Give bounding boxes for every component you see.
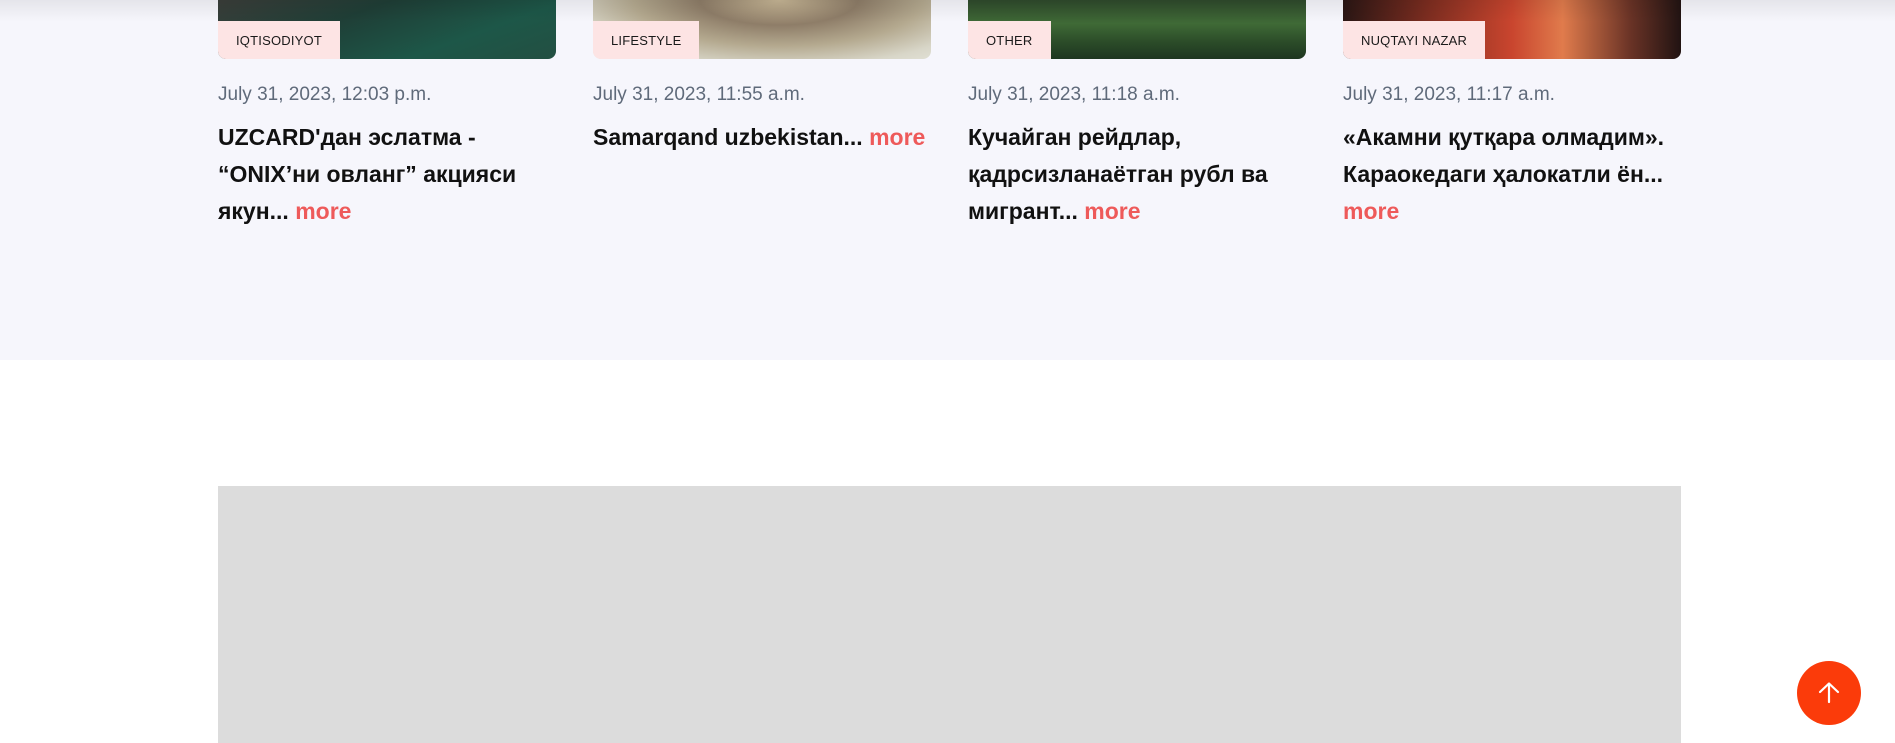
- ad-placeholder: [218, 486, 1681, 743]
- news-date: July 31, 2023, 11:17 a.m.: [1343, 84, 1555, 105]
- news-title[interactable]: UZCARD'дан эслатма - “ONIX’ни овланг” ак…: [218, 119, 556, 230]
- scroll-to-top-button[interactable]: [1797, 661, 1861, 725]
- category-tag[interactable]: LIFESTYLE: [593, 21, 700, 59]
- header-shadow: [0, 0, 1895, 22]
- news-date: July 31, 2023, 11:18 a.m.: [968, 84, 1180, 105]
- news-title[interactable]: Кучайган рейдлар, қадрсизланаётган рубл …: [968, 119, 1306, 230]
- more-link[interactable]: more: [869, 124, 925, 150]
- news-section: IQTISODIYOT July 31, 2023, 12:03 p.m. UZ…: [0, 0, 1895, 360]
- more-link[interactable]: more: [295, 198, 351, 224]
- arrow-up-icon: [1818, 682, 1840, 704]
- news-title[interactable]: Samarqand uzbekistan... more: [593, 119, 931, 156]
- category-tag[interactable]: OTHER: [968, 21, 1051, 59]
- news-title-text[interactable]: UZCARD'дан эслатма - “ONIX’ни овланг” ак…: [218, 124, 516, 224]
- category-tag[interactable]: IQTISODIYOT: [218, 21, 340, 59]
- news-title[interactable]: «Акамни қутқара олмадим». Караокедаги ҳа…: [1343, 119, 1681, 230]
- news-date: July 31, 2023, 11:55 a.m.: [593, 84, 805, 105]
- more-link[interactable]: more: [1084, 198, 1140, 224]
- category-tag[interactable]: NUQTAYI NAZAR: [1343, 21, 1486, 59]
- more-link[interactable]: more: [1343, 198, 1399, 224]
- news-title-text[interactable]: «Акамни қутқара олмадим». Караокедаги ҳа…: [1343, 124, 1664, 187]
- news-title-text[interactable]: Samarqand uzbekistan...: [593, 124, 863, 150]
- news-date: July 31, 2023, 12:03 p.m.: [218, 84, 432, 105]
